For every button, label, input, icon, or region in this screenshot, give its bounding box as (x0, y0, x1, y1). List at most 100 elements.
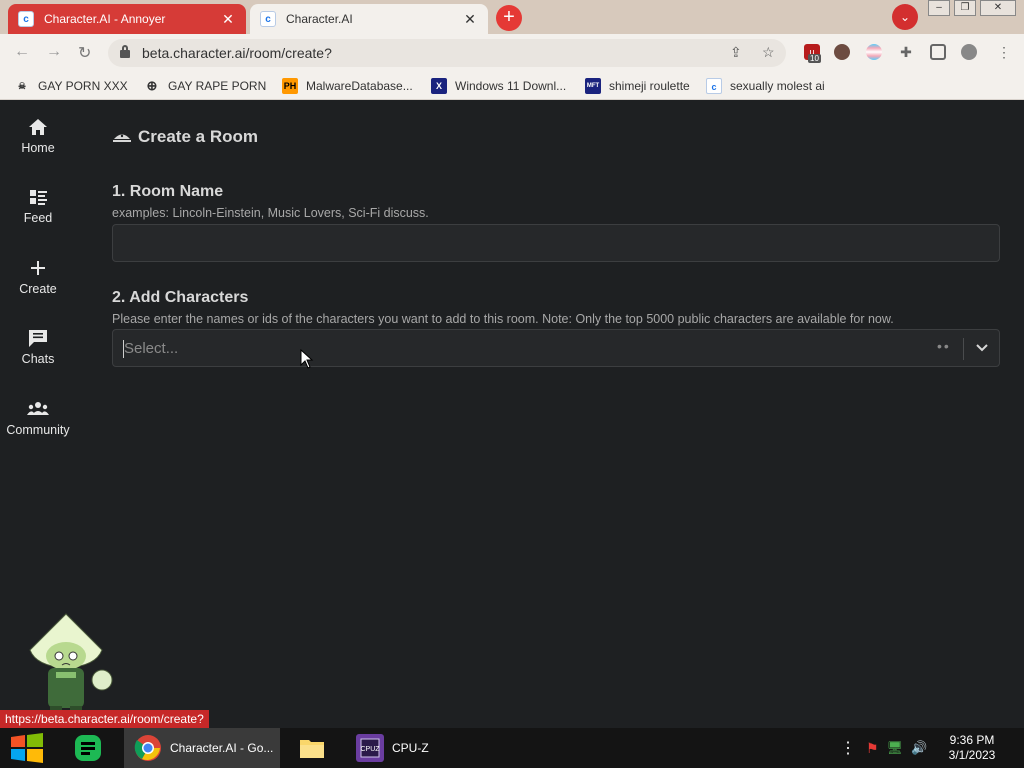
chevron-down-icon[interactable] (975, 341, 989, 355)
restore-button[interactable]: ❐ (954, 0, 976, 16)
sidebar-item-community[interactable]: Community (0, 399, 76, 437)
close-tab-icon[interactable]: ✕ (462, 11, 478, 28)
shimeji-mascot-icon (29, 613, 113, 722)
x-icon: X (431, 78, 447, 94)
bookmark-label: Windows 11 Downl... (455, 79, 567, 93)
sidepanel-icon[interactable] (930, 44, 946, 60)
lock-icon (120, 45, 130, 58)
bookmark-item[interactable]: PH MalwareDatabase... (282, 78, 413, 94)
bookmark-item[interactable]: ☠ GAY PORN XXX (14, 78, 128, 94)
reload-icon[interactable]: ↻ (78, 43, 91, 63)
community-icon (27, 402, 49, 415)
flag-extension-icon[interactable] (866, 44, 882, 60)
clock-time: 9:36 PM (949, 733, 995, 747)
close-tab-icon[interactable]: ✕ (220, 11, 236, 28)
bookmark-star-icon[interactable]: ☆ (762, 44, 775, 61)
sidebar-item-label: Home (21, 141, 55, 155)
avatar-extension-icon[interactable] (834, 44, 850, 60)
profile-icon[interactable] (961, 44, 977, 60)
folder-icon (300, 740, 324, 758)
bookmark-item[interactable]: c sexually molest ai (706, 78, 825, 94)
extension-badge: 10 (808, 54, 821, 63)
volume-icon[interactable]: 🔊 (911, 740, 927, 756)
taskbar-app-cpuz[interactable]: CPUZ CPU-Z (354, 728, 429, 768)
c.ai-favicon-icon: c (18, 11, 34, 27)
tray-overflow-icon[interactable]: ⋮ (840, 738, 856, 758)
bookmark-label: shimeji roulette (609, 79, 690, 93)
cpuz-icon: CPUZ (356, 734, 384, 762)
mft-icon: MFT (585, 78, 601, 94)
sidebar-item-chats[interactable]: Chats (0, 328, 76, 366)
bookmark-item[interactable]: ⊕ GAY RAPE PORN (144, 78, 267, 94)
bookmarks-bar: ☠ GAY PORN XXX ⊕ GAY RAPE PORN PH Malwar… (0, 72, 1024, 100)
action-center-flag-icon[interactable]: ⚑ (866, 740, 879, 757)
new-tab-button[interactable]: + (496, 5, 522, 31)
tab-strip: c Character.AI - Annoyer ✕ c Character.A… (0, 0, 1024, 34)
page-content: Home Feed Create Chats Community Create … (0, 103, 1024, 728)
sidebar-item-label: Chats (21, 352, 55, 366)
sidebar-item-label: Community (6, 423, 70, 437)
taskbar: Character.AI - Go... CPUZ CPU-Z ⋮ ⚑ 🖥 🔊 … (0, 728, 1024, 768)
taskbar-app-chrome[interactable]: Character.AI - Go... (124, 728, 280, 768)
feed-icon (30, 190, 47, 205)
taskbar-app-explorer[interactable] (298, 728, 326, 768)
select-separator (963, 338, 964, 360)
address-bar[interactable]: beta.character.ai/room/create? ⇪ ☆ (108, 39, 786, 67)
select-placeholder: Select... (124, 340, 179, 357)
tab-character-ai[interactable]: c Character.AI ✕ (250, 4, 488, 34)
share-icon[interactable]: ⇪ (730, 44, 742, 61)
svg-text:CPUZ: CPUZ (360, 746, 380, 753)
taskbar-app-label: Character.AI - Go... (170, 741, 274, 755)
sheets-icon (75, 735, 101, 761)
ph-icon: PH (282, 78, 298, 94)
room-name-input[interactable] (112, 224, 1000, 262)
room-name-label: 1. Room Name (112, 183, 224, 200)
globe-icon: ⊕ (146, 78, 158, 93)
taskbar-app-sheets[interactable] (74, 728, 102, 768)
taskbar-clock[interactable]: 9:36 PM 3/1/2023 (940, 733, 1004, 763)
bookmark-item[interactable]: MFT shimeji roulette (585, 78, 690, 94)
bookmark-label: MalwareDatabase... (306, 79, 413, 93)
skull-icon: ☠ (17, 81, 27, 91)
bookmark-item[interactable]: X Windows 11 Downl... (431, 78, 566, 94)
loading-dots-icon: •• (937, 338, 951, 354)
forward-icon[interactable]: → (46, 43, 62, 61)
kebab-menu-icon[interactable]: ⋮ (996, 44, 1012, 60)
bookmark-label: GAY RAPE PORN (168, 79, 267, 93)
tab-title: Character.AI (286, 12, 353, 26)
clock-date: 3/1/2023 (948, 748, 996, 762)
sidebar-item-home[interactable]: Home (0, 117, 76, 155)
add-characters-label: 2. Add Characters (112, 289, 249, 306)
tab-annoyer[interactable]: c Character.AI - Annoyer ✕ (8, 4, 246, 34)
page-title-text: Create a Room (138, 127, 258, 146)
taskbar-app-label: CPU-Z (392, 741, 429, 755)
windows-start-icon[interactable] (10, 733, 44, 763)
network-icon[interactable]: 🖥 (887, 740, 904, 756)
sidebar-item-feed[interactable]: Feed (0, 187, 76, 225)
back-icon[interactable]: ← (14, 43, 30, 61)
sidebar-item-label: Create (19, 282, 57, 296)
close-window-button[interactable]: ✕ (980, 0, 1016, 16)
puzzle-icon[interactable]: ✚ (898, 44, 914, 60)
status-bar-url: https://beta.character.ai/room/create? (0, 710, 209, 728)
system-tray: ⋮ ⚑ 🖥 🔊 (840, 728, 927, 768)
room-icon (113, 134, 131, 142)
c.ai-favicon-icon: c (706, 78, 722, 94)
room-name-hint: examples: Lincoln-Einstein, Music Lovers… (112, 206, 429, 220)
address-url[interactable]: beta.character.ai/room/create? (142, 45, 332, 61)
tab-search-button[interactable]: ⌄ (892, 4, 918, 30)
minimize-button[interactable]: – (928, 0, 950, 16)
plus-icon (31, 261, 45, 275)
home-icon (29, 119, 47, 135)
sidebar-item-create[interactable]: Create (0, 258, 76, 296)
c.ai-favicon-icon: c (260, 11, 276, 27)
bookmark-label: sexually molest ai (730, 79, 825, 93)
mouse-cursor-icon (300, 349, 314, 369)
add-characters-hint: Please enter the names or ids of the cha… (112, 312, 894, 326)
bookmark-label: GAY PORN XXX (38, 79, 128, 93)
add-characters-select[interactable]: Select... •• (112, 329, 1000, 367)
sidebar-item-label: Feed (23, 211, 53, 225)
chat-icon (29, 330, 47, 347)
chrome-icon (134, 735, 161, 761)
page-title: Create a Room (112, 127, 258, 147)
